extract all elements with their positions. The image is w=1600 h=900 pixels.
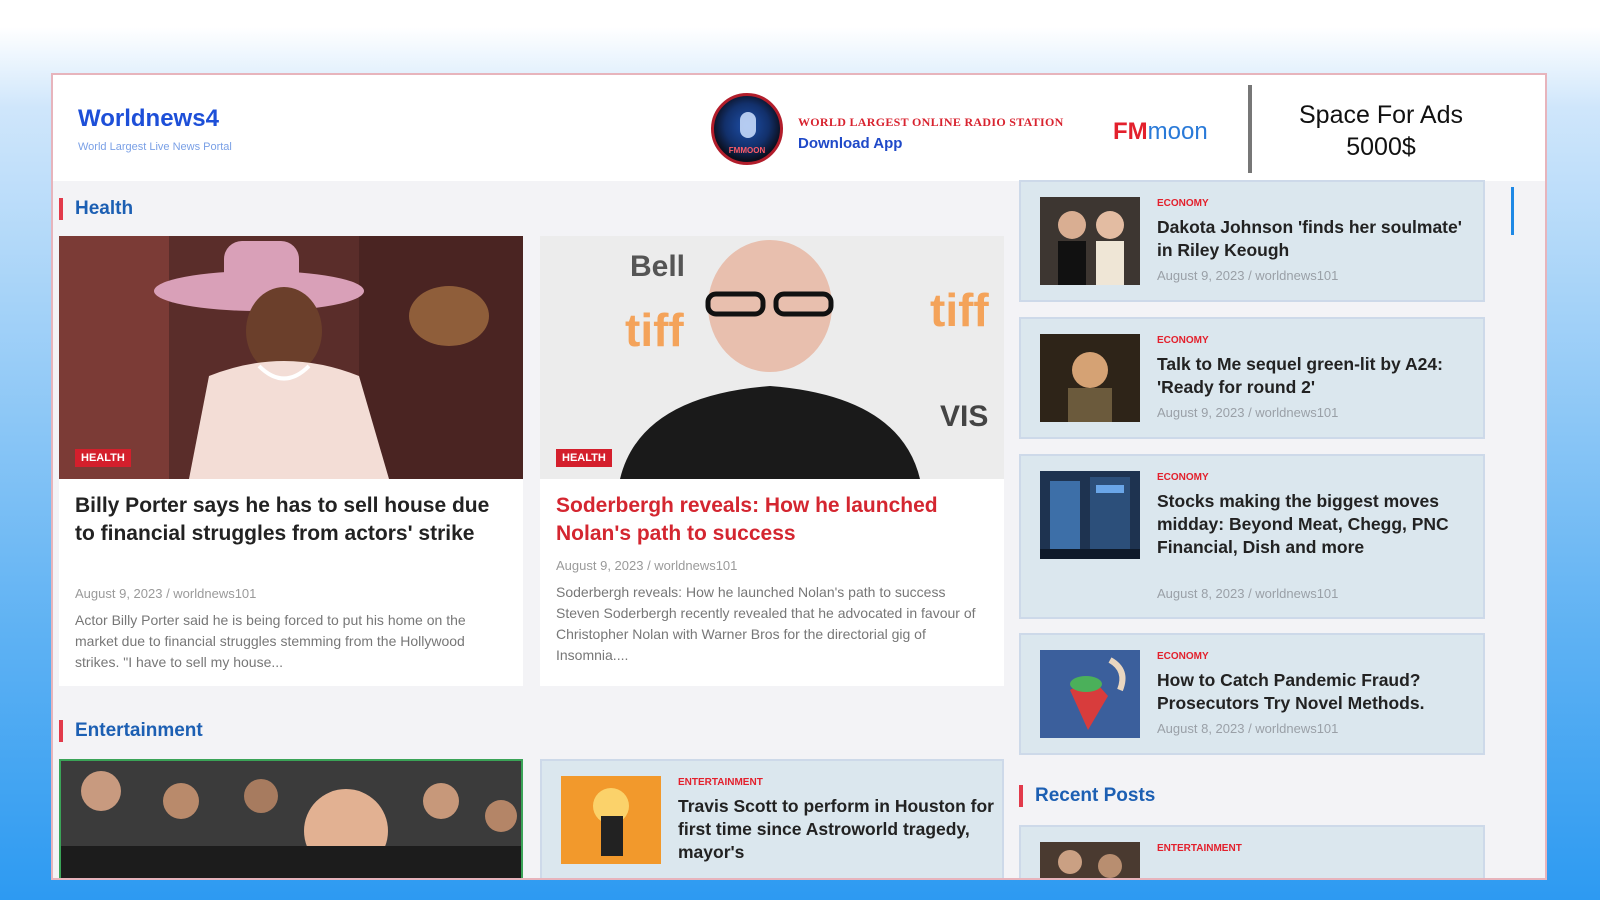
article-meta: August 9, 2023 / worldnews101 bbox=[1157, 405, 1339, 420]
download-app-link[interactable]: Download App bbox=[798, 135, 902, 152]
category-badge[interactable]: HEALTH bbox=[75, 449, 131, 467]
article-meta: August 9, 2023 / worldnews101 bbox=[75, 586, 257, 601]
article-card[interactable]: Bell tiff tiff VIS HEALTH Soderbergh rev… bbox=[540, 236, 1004, 686]
article-thumbnail[interactable] bbox=[1040, 842, 1140, 878]
microphone-icon bbox=[740, 112, 756, 138]
ad-line-1: Space For Ads bbox=[1299, 101, 1463, 129]
svg-text:tiff: tiff bbox=[625, 304, 684, 356]
category-label[interactable]: ECONOMY bbox=[1157, 472, 1209, 483]
article-image[interactable]: HEALTH bbox=[59, 236, 523, 479]
sidebar-article[interactable]: ECONOMY Stocks making the biggest moves … bbox=[1019, 454, 1485, 619]
article-thumbnail[interactable] bbox=[1040, 471, 1140, 559]
article-card[interactable]: HEALTH Billy Porter says he has to sell … bbox=[59, 236, 523, 686]
radio-slogan: WORLD LARGEST ONLINE RADIO STATION bbox=[798, 115, 1064, 129]
category-label[interactable]: ECONOMY bbox=[1157, 651, 1209, 662]
site-header: Worldnews4 World Largest Live News Porta… bbox=[53, 75, 1545, 181]
svg-text:VIS: VIS bbox=[940, 400, 988, 433]
svg-text:tiff: tiff bbox=[930, 284, 989, 336]
ad-space[interactable]: Space For Ads 5000$ bbox=[1266, 99, 1496, 163]
article-title[interactable]: Stocks making the biggest moves midday: … bbox=[1157, 490, 1473, 559]
browser-page: Worldnews4 World Largest Live News Porta… bbox=[51, 73, 1547, 880]
section-heading-health[interactable]: Health bbox=[59, 198, 133, 220]
article-image[interactable] bbox=[61, 761, 521, 880]
sidebar-article[interactable]: ECONOMY Talk to Me sequel green-lit by A… bbox=[1019, 317, 1485, 439]
radio-logo-text: FMMOON bbox=[728, 146, 766, 155]
article-title[interactable]: Talk to Me sequel green-lit by A24: 'Rea… bbox=[1157, 353, 1473, 399]
article-title[interactable]: Dakota Johnson 'finds her soulmate' in R… bbox=[1157, 216, 1473, 262]
scrollbar-thumb[interactable] bbox=[1511, 187, 1514, 235]
section-heading-entertainment[interactable]: Entertainment bbox=[59, 720, 203, 742]
header-divider bbox=[1248, 85, 1252, 173]
category-badge[interactable]: HEALTH bbox=[556, 449, 612, 467]
article-meta: August 9, 2023 / worldnews101 bbox=[556, 558, 738, 573]
site-title[interactable]: Worldnews4 bbox=[78, 105, 219, 133]
article-card[interactable]: ENTERTAINMENT Travis Scott to perform in… bbox=[540, 759, 1004, 878]
category-label[interactable]: ECONOMY bbox=[1157, 198, 1209, 209]
article-title[interactable]: Travis Scott to perform in Houston for f… bbox=[678, 795, 994, 864]
article-meta: August 8, 2023 / worldnews101 bbox=[1157, 586, 1339, 601]
fmmoon-fm-text: FM bbox=[1113, 118, 1148, 145]
article-excerpt: Actor Billy Porter said he is being forc… bbox=[75, 612, 466, 670]
article-card[interactable] bbox=[59, 759, 523, 880]
category-label[interactable]: ENTERTAINMENT bbox=[678, 777, 763, 788]
article-thumbnail[interactable] bbox=[1040, 334, 1140, 422]
article-title[interactable]: Billy Porter says he has to sell house d… bbox=[75, 492, 505, 548]
category-label[interactable]: ENTERTAINMENT bbox=[1157, 843, 1242, 854]
fmmoon-moon-text: moon bbox=[1147, 118, 1208, 145]
article-meta: August 9, 2023 / worldnews101 bbox=[1157, 268, 1339, 283]
sidebar-article[interactable]: ECONOMY Dakota Johnson 'finds her soulma… bbox=[1019, 180, 1485, 302]
article-image[interactable]: Bell tiff tiff VIS HEALTH bbox=[540, 236, 1004, 479]
article-title[interactable]: How to Catch Pandemic Fraud? Prosecutors… bbox=[1157, 669, 1473, 715]
fmmoon-radio-logo[interactable]: FMMOON bbox=[711, 93, 783, 165]
article-thumbnail[interactable] bbox=[1040, 650, 1140, 738]
article-meta: August 8, 2023 / worldnews101 bbox=[1157, 721, 1339, 736]
article-thumbnail[interactable] bbox=[561, 776, 661, 864]
article-thumbnail[interactable] bbox=[1040, 197, 1140, 285]
sidebar-article[interactable]: ECONOMY How to Catch Pandemic Fraud? Pro… bbox=[1019, 633, 1485, 755]
ad-line-2: 5000$ bbox=[1346, 133, 1416, 161]
site-tagline: World Largest Live News Portal bbox=[78, 141, 232, 153]
section-heading-recent-posts[interactable]: Recent Posts bbox=[1019, 785, 1155, 807]
article-excerpt: Soderbergh reveals: How he launched Nola… bbox=[556, 584, 976, 663]
fmmoon-brand[interactable]: FMmoon bbox=[1113, 118, 1208, 146]
svg-text:Bell: Bell bbox=[630, 250, 685, 283]
category-label[interactable]: ECONOMY bbox=[1157, 335, 1209, 346]
article-title[interactable]: Soderbergh reveals: How he launched Nola… bbox=[556, 492, 986, 548]
sidebar-article[interactable]: ENTERTAINMENT bbox=[1019, 825, 1485, 878]
